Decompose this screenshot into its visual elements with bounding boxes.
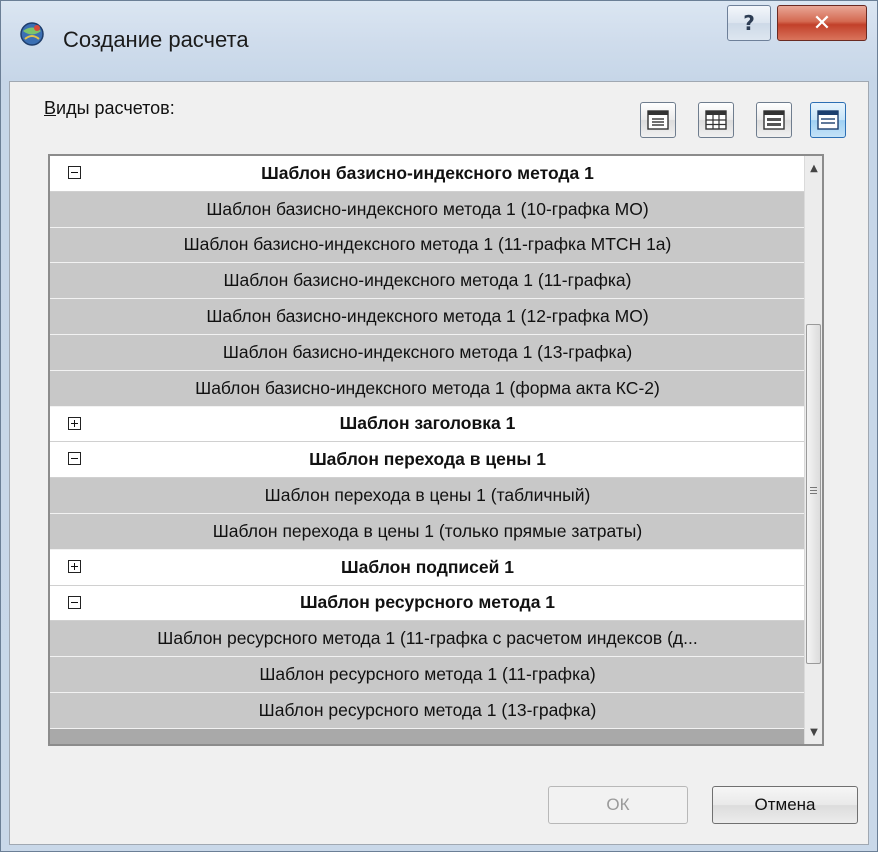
calc-types-label: Виды расчетов: [44, 98, 175, 119]
collapse-icon[interactable] [68, 595, 81, 609]
tree-item-row[interactable]: Шаблон базисно-индексного метода 1 (11-г… [50, 263, 806, 300]
tree-item-row[interactable]: Шаблон ресурсного метода 1 (13-графка) [50, 692, 806, 729]
collapse-icon[interactable] [68, 452, 81, 466]
row-label: Шаблон базисно-индексного метода 1 (10-г… [206, 198, 649, 219]
tree-item-row[interactable]: Шаблон базисно-индексного метода 1 (11-г… [50, 227, 806, 264]
grip-icon [810, 487, 817, 488]
tree-item-row[interactable]: Шаблон перехода в цены 1 (табличный) [50, 478, 806, 514]
row-label: Шаблон заголовка 1 [339, 413, 516, 434]
app-icon [17, 19, 47, 49]
tree-group-row[interactable]: Шаблон заголовка 1 [50, 406, 806, 443]
tree-item-row[interactable]: Шаблон базисно-индексного метода 1 (форм… [50, 370, 806, 407]
row-label: Шаблон ресурсного метода 1 (13-графка) [258, 699, 597, 720]
calc-types-label-accel: В [44, 98, 57, 118]
form-view-icon [763, 110, 785, 130]
tree-rows: Шаблон базисно-индексного метода 1 Шаблон… [50, 156, 806, 729]
row-label: Шаблон базисно-индексного метода 1 (форм… [195, 377, 660, 398]
row-label: Шаблон базисно-индексного метода 1 (12-г… [206, 306, 649, 327]
help-icon: ? [743, 11, 755, 35]
window-title: Создание расчета [63, 27, 249, 52]
tree-item-row[interactable]: Шаблон ресурсного метода 1 (11-графка с … [50, 621, 806, 658]
list-view-icon [817, 110, 839, 130]
row-label: Шаблон перехода в цены 1 [309, 449, 546, 470]
vertical-scrollbar[interactable]: ▲ ▼ [804, 156, 822, 744]
tree-item-row[interactable]: Шаблон базисно-индексного метода 1 (10-г… [50, 191, 806, 228]
help-button[interactable]: ? [727, 5, 771, 41]
view-grid-button[interactable] [698, 102, 734, 138]
row-label: Шаблон ресурсного метода 1 (11-графка) [259, 664, 596, 685]
tree-item-row[interactable]: Шаблон базисно-индексного метода 1 (13-г… [50, 334, 806, 371]
collapse-icon[interactable] [68, 166, 81, 179]
expand-icon[interactable] [68, 559, 81, 573]
tree-group-row[interactable]: Шаблон ресурсного метода 1 [50, 585, 806, 622]
tree-group-row[interactable]: Шаблон подписей 1 [50, 549, 806, 586]
scroll-thumb[interactable] [806, 324, 821, 664]
row-label: Шаблон перехода в цены 1 (табличный) [264, 485, 591, 506]
row-label: Шаблон базисно-индексного метода 1 (11-г… [223, 270, 632, 291]
close-icon: ✕ [812, 10, 832, 36]
tree-item-row[interactable]: Шаблон базисно-индексного метода 1 (12-г… [50, 299, 806, 335]
view-form-button[interactable] [756, 102, 792, 138]
close-button[interactable]: ✕ [777, 5, 867, 41]
scroll-down-icon[interactable]: ▼ [805, 720, 822, 744]
title-bar[interactable]: Создание расчета ? ✕ [1, 1, 877, 81]
row-label: Шаблон базисно-индексного метода 1 [261, 162, 594, 183]
tree-group-row[interactable]: Шаблон перехода в цены 1 [50, 442, 806, 479]
dialog-body: Виды расчетов: Шаблон базисно-индексного… [9, 81, 869, 845]
row-label: Шаблон перехода в цены 1 (только прямые … [212, 520, 643, 541]
ok-button[interactable]: ОК [548, 786, 688, 824]
calc-types-tree[interactable]: Шаблон базисно-индексного метода 1 Шаблон… [48, 154, 824, 746]
grid-view-icon [705, 110, 727, 130]
dialog-window: Создание расчета ? ✕ Виды расчетов: Шабл… [0, 0, 878, 852]
row-label: Шаблон ресурсного метода 1 [299, 592, 556, 613]
cancel-button[interactable]: Отмена [712, 786, 858, 824]
tree-group-row[interactable]: Шаблон базисно-индексного метода 1 [50, 156, 806, 192]
row-label: Шаблон базисно-индексного метода 1 (11-г… [183, 234, 672, 255]
view-list-button[interactable] [810, 102, 846, 138]
table-view-icon [647, 110, 669, 130]
row-label: Шаблон базисно-индексного метода 1 (13-г… [222, 341, 633, 362]
expand-icon[interactable] [68, 416, 81, 430]
view-details-button[interactable] [640, 102, 676, 138]
tree-item-row[interactable]: Шаблон ресурсного метода 1 (11-графка) [50, 657, 806, 693]
scroll-up-icon[interactable]: ▲ [805, 156, 822, 180]
row-label: Шаблон подписей 1 [341, 556, 514, 577]
row-label: Шаблон ресурсного метода 1 (11-графка с … [157, 628, 698, 649]
tree-item-row[interactable]: Шаблон перехода в цены 1 (только прямые … [50, 513, 806, 550]
calc-types-label-text: иды расчетов: [56, 98, 175, 118]
